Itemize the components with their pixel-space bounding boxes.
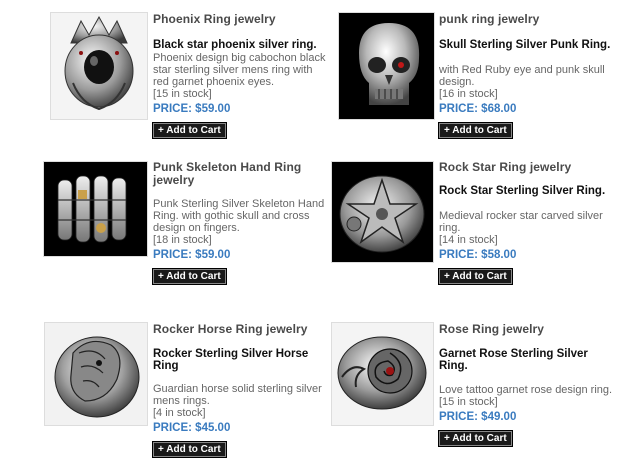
stock-count: [14 in stock] bbox=[439, 234, 498, 246]
stock-count: [15 in stock] bbox=[153, 88, 212, 100]
add-to-cart-button[interactable]: + Add to Cart bbox=[438, 430, 513, 447]
add-to-cart-button[interactable]: + Add to Cart bbox=[152, 441, 227, 458]
product-name: Rock Star Sterling Silver Ring. bbox=[439, 185, 606, 197]
product-price: PRICE: $58.00 bbox=[439, 249, 517, 261]
horse-ring-icon bbox=[54, 336, 140, 418]
skull-ring-icon bbox=[359, 23, 420, 105]
stock-count: [18 in stock] bbox=[153, 234, 212, 246]
product-description: Guardian horse solid sterling silver men… bbox=[153, 383, 322, 407]
product-image-skull-ring[interactable] bbox=[338, 12, 435, 120]
product-name: Black star phoenix silver ring. bbox=[153, 39, 317, 51]
product-name: Garnet Rose Sterling Silver Ring. bbox=[439, 348, 588, 372]
product-price: PRICE: $45.00 bbox=[153, 422, 231, 434]
phoenix-ring-icon bbox=[64, 15, 134, 111]
product-title[interactable]: Rocker Horse Ring jewelry bbox=[153, 323, 331, 336]
product-description: Medieval rocker star carved silver ring. bbox=[439, 210, 603, 234]
product-title[interactable]: Punk Skeleton Hand Ring jewelry bbox=[153, 161, 331, 187]
rose-ring-icon bbox=[337, 336, 427, 410]
product-image-rock-star-ring[interactable] bbox=[331, 161, 434, 263]
stock-count: [15 in stock] bbox=[439, 396, 498, 408]
product-title[interactable]: Rock Star Ring jewelry bbox=[439, 161, 617, 174]
product-name: Rocker Sterling Silver Horse Ring bbox=[153, 348, 309, 372]
product-title[interactable]: Phoenix Ring jewelry bbox=[153, 13, 331, 26]
product-image-skeleton-hand-ring[interactable] bbox=[43, 161, 148, 257]
stock-count: [16 in stock] bbox=[439, 88, 498, 100]
stock-count: [4 in stock] bbox=[153, 407, 206, 419]
product-title[interactable]: punk ring jewelry bbox=[439, 13, 617, 26]
product-image-rose-ring[interactable] bbox=[331, 322, 434, 426]
add-to-cart-button[interactable]: + Add to Cart bbox=[438, 268, 513, 285]
product-description: Phoenix design big cabochon black star s… bbox=[153, 52, 326, 88]
product-price: PRICE: $59.00 bbox=[153, 249, 231, 261]
product-name: Skull Sterling Silver Punk Ring. bbox=[439, 39, 611, 51]
add-to-cart-button[interactable]: + Add to Cart bbox=[152, 122, 227, 139]
product-description: Punk Sterling Silver Skeleton Hand Ring.… bbox=[153, 198, 325, 234]
skeleton-hand-ring-icon bbox=[57, 175, 127, 243]
product-description: with Red Ruby eye and punk skull design. bbox=[439, 64, 605, 88]
product-image-phoenix-ring[interactable] bbox=[50, 12, 148, 120]
product-title[interactable]: Rose Ring jewelry bbox=[439, 323, 617, 336]
product-price: PRICE: $49.00 bbox=[439, 411, 517, 423]
product-image-horse-ring[interactable] bbox=[44, 322, 148, 426]
rock-star-ring-icon bbox=[339, 175, 425, 253]
add-to-cart-button[interactable]: + Add to Cart bbox=[152, 268, 227, 285]
product-description: Love tattoo garnet rose design ring. bbox=[439, 384, 613, 396]
product-price: PRICE: $68.00 bbox=[439, 103, 517, 115]
add-to-cart-button[interactable]: + Add to Cart bbox=[438, 122, 513, 139]
product-price: PRICE: $59.00 bbox=[153, 103, 231, 115]
